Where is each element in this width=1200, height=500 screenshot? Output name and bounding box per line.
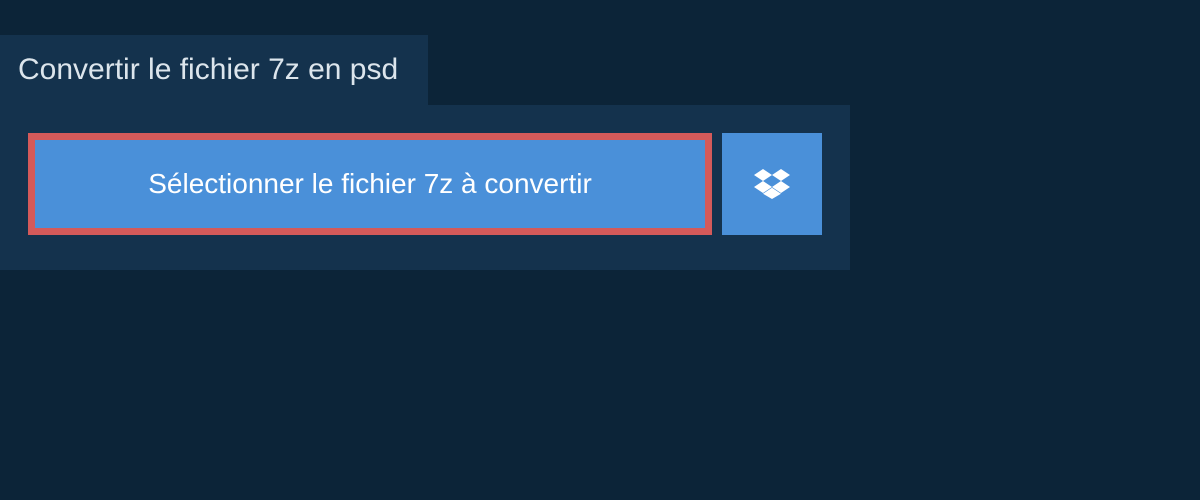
tab-label: Convertir le fichier 7z en psd <box>18 53 398 86</box>
select-file-button[interactable]: Sélectionner le fichier 7z à convertir <box>28 133 712 235</box>
upload-panel: Sélectionner le fichier 7z à convertir <box>0 105 850 270</box>
tab-convert[interactable]: Convertir le fichier 7z en psd <box>0 35 428 105</box>
tab-bar: Convertir le fichier 7z en psd Sélection… <box>0 0 1200 270</box>
dropbox-button[interactable] <box>722 133 822 235</box>
dropbox-icon <box>754 166 790 202</box>
select-file-label: Sélectionner le fichier 7z à convertir <box>148 168 592 200</box>
